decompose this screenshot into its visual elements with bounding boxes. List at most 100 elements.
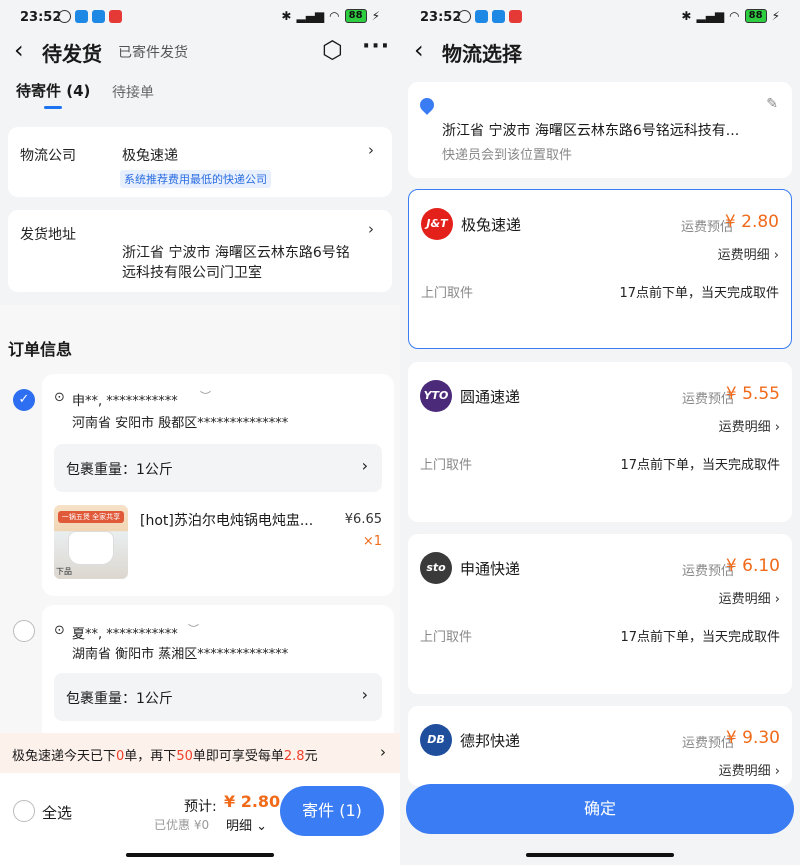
carrier-option[interactable]: YTO 圆通速递 运费预估 ¥ 5.55 运费明细 › 上门取件 17点前下单，当天完成取件 bbox=[408, 362, 792, 522]
fee-detail-link[interactable]: 运费明细 › bbox=[719, 588, 780, 607]
recipient-name: 夏**, *********** bbox=[72, 627, 178, 642]
chevron-right-icon: › bbox=[774, 764, 780, 779]
product-pot-shape bbox=[68, 531, 114, 565]
pickup-address: 浙江省 宁波市 海曙区云林东路6号铭远科技有... bbox=[442, 123, 740, 139]
confirm-button[interactable]: 确定 bbox=[406, 784, 794, 834]
eye-hidden-icon[interactable]: ︶ bbox=[200, 388, 211, 404]
battery-icon: 88 bbox=[344, 9, 367, 23]
app-notification-icon bbox=[509, 10, 522, 23]
carrier-name: 圆通速递 bbox=[460, 388, 521, 406]
order-card: ⊙ 申**, *********** ︶ 河南省 安阳市 殷都区********… bbox=[42, 374, 394, 596]
thumb-banner: 一锅五煲 全家共享 bbox=[58, 511, 124, 523]
app-notification-icon bbox=[92, 10, 105, 23]
fee-estimate-value: ¥ 5.55 bbox=[725, 384, 780, 404]
pickup-method: 上门取件 bbox=[420, 630, 473, 645]
logistics-card[interactable]: 物流公司 极兔速递 › 系统推荐费用最低的快递公司 bbox=[8, 127, 392, 197]
right-screen: 23:52 ✱ ▂▄▆ ◠ 88 ⚡ ‹ 物流选择 ✎ 浙江省 宁波市 海曙区云… bbox=[400, 0, 800, 865]
product-price: ¥6.65 bbox=[344, 512, 382, 527]
product-thumbnail[interactable]: 一锅五煲 全家共享 下品 bbox=[54, 505, 128, 579]
battery-icon: 88 bbox=[744, 9, 767, 23]
estimate-value: ¥ 2.80 bbox=[224, 792, 281, 811]
address-label: 发货地址 bbox=[20, 227, 76, 243]
signal-icon: ▂▄▆ bbox=[696, 9, 725, 23]
weight-label: 包裹重量：1公斤 bbox=[66, 462, 173, 478]
chevron-right-icon: › bbox=[368, 220, 374, 238]
order-card: ⊙ 夏**, *********** ︶ 湖南省 衡阳市 蒸湘区********… bbox=[42, 605, 394, 745]
location-pin-icon bbox=[417, 95, 437, 115]
logistics-value: 极兔速递 bbox=[122, 148, 178, 164]
carrier-logo-icon: J&T bbox=[421, 208, 453, 240]
page-header: ‹ 物流选择 bbox=[400, 34, 800, 72]
charging-icon: ⚡ bbox=[371, 9, 380, 23]
eye-hidden-icon[interactable]: ︶ bbox=[188, 621, 199, 637]
pickup-method: 上门取件 bbox=[420, 458, 473, 473]
app-notification-icon bbox=[492, 10, 505, 23]
carrier-name: 申通快递 bbox=[460, 560, 521, 578]
fee-detail-link[interactable]: 运费明细 › bbox=[718, 244, 779, 263]
carrier-option[interactable]: DB德邦快递运费预估¥ 9.30运费明细 ›上门取件17点前下单，当天完成取件 bbox=[408, 706, 792, 817]
back-icon[interactable]: ‹ bbox=[14, 36, 24, 64]
edit-pencil-icon[interactable]: ✎ bbox=[766, 96, 778, 112]
chevron-right-icon: › bbox=[380, 743, 386, 761]
carrier-logo-icon: sto bbox=[420, 552, 452, 584]
order-checkbox-unchecked[interactable] bbox=[13, 620, 35, 642]
pickup-time-note: 17点前下单，当天完成取件 bbox=[620, 630, 780, 645]
chevron-right-icon: › bbox=[361, 456, 368, 475]
status-notification-icons bbox=[458, 10, 522, 23]
recipient-name: 申**, *********** bbox=[72, 394, 178, 409]
back-icon[interactable]: ‹ bbox=[414, 36, 424, 64]
pickup-note: 快递员会到该位置取件 bbox=[442, 148, 573, 163]
status-system-icons: ✱ ▂▄▆ ◠ 88 ⚡ bbox=[281, 9, 380, 23]
carrier-option[interactable]: J&T 极兔速递 运费预估 ¥ 2.80 运费明细 › 上门取件 17点前下单，当天完成取件 bbox=[408, 189, 792, 349]
tab-underline bbox=[44, 106, 62, 109]
app-notification-icon bbox=[75, 10, 88, 23]
status-time: 23:52 bbox=[420, 10, 462, 25]
address-line-1: 浙江省 宁波市 海曙区云林东路6号铭 bbox=[122, 245, 350, 261]
home-indicator bbox=[126, 853, 274, 857]
logistics-label: 物流公司 bbox=[20, 148, 76, 164]
fee-detail-toggle[interactable]: 明细 ⌄ bbox=[226, 815, 267, 834]
discount-text: 已优惠 ¥0 bbox=[154, 818, 210, 832]
select-all-checkbox[interactable] bbox=[13, 800, 35, 822]
left-screen: 23:52 ✱ ▂▄▆ ◠ 88 ⚡ ‹ 待发货 已寄件发货 ⬡ ··· 待寄件… bbox=[0, 0, 400, 865]
home-indicator bbox=[526, 853, 674, 857]
wifi-icon: ◠ bbox=[729, 9, 740, 23]
fee-detail-link[interactable]: 运费明细 › bbox=[719, 760, 780, 779]
alarm-icon bbox=[58, 10, 71, 23]
weight-label: 包裹重量：1公斤 bbox=[66, 691, 173, 707]
thumb-caption: 下品 bbox=[56, 567, 72, 576]
product-title[interactable]: [hot]苏泊尔电炖锅电炖盅... bbox=[140, 510, 313, 530]
fee-detail-link[interactable]: 运费明细 › bbox=[719, 416, 780, 435]
promo-notice[interactable]: 极兔速递今天已下0单，再下50单即可享受每单2.8元 › bbox=[0, 733, 400, 773]
weight-row[interactable]: 包裹重量：1公斤 › bbox=[54, 673, 382, 721]
order-checkbox-checked[interactable]: ✓ bbox=[13, 389, 35, 411]
tab-pending-send[interactable]: 待寄件 (4) bbox=[16, 80, 90, 101]
charging-icon: ⚡ bbox=[771, 9, 780, 23]
location-pin-icon: ⊙ bbox=[54, 623, 65, 638]
weight-row[interactable]: 包裹重量：1公斤 › bbox=[54, 444, 382, 492]
carrier-name: 极兔速递 bbox=[461, 216, 522, 234]
chevron-right-icon: › bbox=[774, 592, 780, 607]
address-card[interactable]: 发货地址 浙江省 宁波市 海曙区云林东路6号铭 远科技有限公司门卫室 › bbox=[8, 210, 392, 292]
carrier-logo-icon: YTO bbox=[420, 380, 452, 412]
pickup-address-card[interactable]: ✎ 浙江省 宁波市 海曙区云林东路6号铭远科技有... 快递员会到该位置取件 bbox=[408, 82, 792, 178]
carrier-option[interactable]: sto 申通快递 运费预估 ¥ 6.10 运费明细 › 上门取件 17点前下单，当天完成取件 bbox=[408, 534, 792, 694]
product-qty: ×1 bbox=[362, 534, 382, 549]
carrier-name: 德邦快递 bbox=[460, 732, 521, 750]
status-system-icons: ✱ ▂▄▆ ◠ 88 ⚡ bbox=[681, 9, 780, 23]
shipped-link[interactable]: 已寄件发货 bbox=[118, 42, 188, 62]
bluetooth-icon: ✱ bbox=[681, 9, 692, 23]
tab-pending-accept[interactable]: 待接单 bbox=[112, 82, 154, 102]
recommend-hint: 系统推荐费用最低的快递公司 bbox=[120, 170, 271, 188]
pickup-method: 上门取件 bbox=[421, 286, 474, 301]
settings-hexagon-icon[interactable]: ⬡ bbox=[322, 36, 343, 64]
status-time: 23:52 bbox=[20, 10, 62, 25]
send-button[interactable]: 寄件 (1) bbox=[280, 786, 384, 836]
page-header: ‹ 待发货 已寄件发货 ⬡ ··· bbox=[0, 34, 400, 72]
recipient-address: 湖南省 衡阳市 蒸湘区************** bbox=[72, 647, 289, 662]
chevron-right-icon: › bbox=[774, 420, 780, 435]
select-all-label[interactable]: 全选 bbox=[42, 802, 72, 823]
promo-text: 极兔速递今天已下0单，再下50单即可享受每单2.8元 bbox=[12, 749, 318, 764]
status-notification-icons bbox=[58, 10, 122, 23]
more-icon[interactable]: ··· bbox=[362, 34, 390, 59]
